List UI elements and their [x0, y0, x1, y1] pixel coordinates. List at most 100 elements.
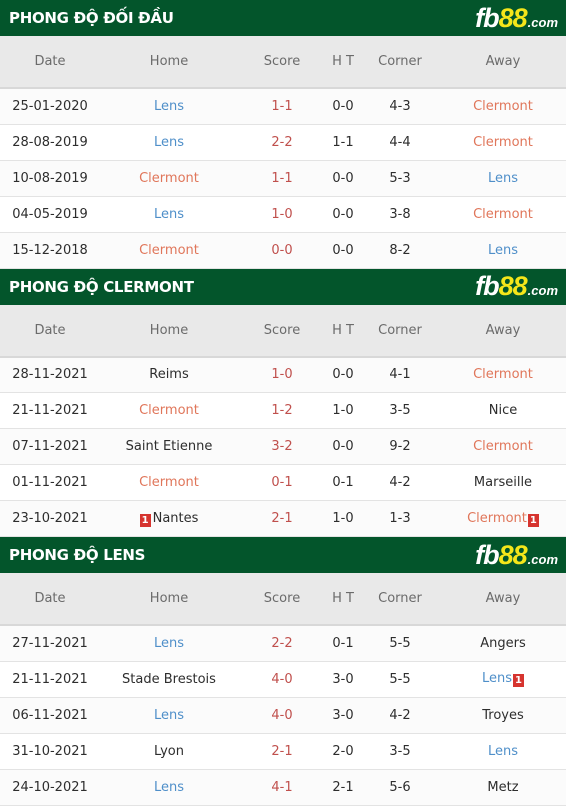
- cell-home[interactable]: Lyon: [100, 733, 238, 769]
- match-row[interactable]: 28-11-2021 Reims 1-0 0-0 4-1 Clermont: [0, 356, 566, 393]
- cell-home[interactable]: 1 Nantes: [100, 501, 238, 537]
- home-team-name[interactable]: Nantes: [153, 511, 199, 526]
- away-team-name[interactable]: Marseille: [474, 475, 532, 490]
- cell-home[interactable]: Lens: [100, 124, 238, 160]
- away-team-name[interactable]: Lens: [488, 243, 518, 258]
- column-header-half-time: H T: [326, 36, 360, 89]
- column-header-away: Away: [440, 304, 566, 358]
- home-team-name[interactable]: Stade Brestois: [122, 672, 216, 687]
- cell-away[interactable]: Troyes: [440, 697, 566, 733]
- away-team-name[interactable]: Clermont: [467, 511, 527, 526]
- cell-home[interactable]: Lens: [100, 196, 238, 232]
- column-header-score: Score: [238, 36, 326, 89]
- match-row[interactable]: 01-11-2021 Clermont 0-1 0-1 4-2 Marseille: [0, 464, 566, 501]
- cell-date: 07-11-2021: [12, 439, 88, 454]
- cell-away[interactable]: Lens: [440, 232, 566, 268]
- cell-score: 1-1: [271, 98, 293, 114]
- away-team-name[interactable]: Lens: [488, 171, 518, 186]
- away-team-name[interactable]: Metz: [487, 780, 518, 795]
- cell-score: 1-1: [271, 170, 293, 186]
- cell-home[interactable]: Clermont: [100, 160, 238, 196]
- cell-corner: 8-2: [389, 242, 411, 258]
- cell-away[interactable]: Clermont: [440, 196, 566, 232]
- away-team-name[interactable]: Nice: [489, 403, 517, 418]
- away-team-name[interactable]: Lens: [482, 671, 512, 686]
- match-row[interactable]: 21-11-2021 Clermont 1-2 1-0 3-5 Nice: [0, 392, 566, 429]
- cell-half-time: 0-0: [332, 170, 354, 186]
- cell-away[interactable]: Clermont: [440, 124, 566, 160]
- cell-away[interactable]: Lens 1: [440, 661, 566, 697]
- home-team-name[interactable]: Lyon: [154, 744, 184, 759]
- match-row[interactable]: 24-10-2021 Lens 4-1 2-1 5-6 Metz: [0, 769, 566, 805]
- cell-half-time: 3-0: [332, 707, 354, 723]
- cell-away[interactable]: Metz: [440, 769, 566, 805]
- cell-home[interactable]: Clermont: [100, 232, 238, 268]
- match-row[interactable]: 25-01-2020 Lens 1-1 0-0 4-3 Clermont: [0, 88, 566, 124]
- away-team-name[interactable]: Troyes: [482, 708, 524, 723]
- cell-home[interactable]: Reims: [100, 357, 238, 393]
- cell-score: 2-1: [271, 743, 293, 759]
- home-team-name[interactable]: Clermont: [139, 403, 199, 418]
- match-row[interactable]: 15-12-2018 Clermont 0-0 0-0 8-2 Lens: [0, 232, 566, 268]
- cell-score: 2-2: [271, 635, 293, 651]
- home-team-name[interactable]: Clermont: [139, 171, 199, 186]
- away-team-name[interactable]: Clermont: [473, 135, 533, 150]
- cell-away[interactable]: Nice: [440, 393, 566, 429]
- fb88-logo[interactable]: fb 88 .com: [475, 4, 558, 32]
- match-row[interactable]: 21-11-2021 Stade Brestois 4-0 3-0 5-5 Lens 1: [0, 661, 566, 697]
- away-team-name[interactable]: Lens: [488, 744, 518, 759]
- match-row[interactable]: 07-11-2021 Saint Etienne 3-2 0-0 9-2 Clermont: [0, 428, 566, 465]
- cell-corner: 3-5: [389, 403, 411, 418]
- fb88-logo[interactable]: fb 88 .com: [475, 273, 558, 300]
- logo-num: 88: [498, 539, 528, 570]
- cell-home[interactable]: Lens: [100, 697, 238, 733]
- cell-corner: 3-5: [389, 743, 411, 759]
- away-team-name[interactable]: Clermont: [473, 207, 533, 222]
- cell-home[interactable]: Lens: [100, 625, 238, 661]
- away-team-name[interactable]: Clermont: [473, 367, 533, 382]
- fb88-logo[interactable]: fb 88 .com: [475, 539, 558, 570]
- cell-away[interactable]: Marseille: [440, 465, 566, 501]
- cell-away[interactable]: Clermont 1: [440, 501, 566, 537]
- home-team-name[interactable]: Lens: [154, 636, 184, 651]
- cell-away[interactable]: Clermont: [440, 88, 566, 124]
- away-team-name[interactable]: Angers: [480, 636, 526, 651]
- logo-fb: fb: [475, 271, 500, 301]
- match-row[interactable]: 10-08-2019 Clermont 1-1 0-0 5-3 Lens: [0, 160, 566, 196]
- match-row[interactable]: 04-05-2019 Lens 1-0 0-0 3-8 Clermont: [0, 196, 566, 232]
- cell-away[interactable]: Clermont: [440, 357, 566, 393]
- cell-away[interactable]: Lens: [440, 160, 566, 196]
- logo-dom: .com: [527, 283, 558, 298]
- away-team-name[interactable]: Clermont: [473, 99, 533, 114]
- form-section-2: PHONG ĐỘ LENS fb 88 .com Date Home Score H T Cor…: [0, 537, 566, 806]
- cell-home[interactable]: Stade Brestois: [100, 661, 238, 697]
- cell-home[interactable]: Saint Etienne: [100, 429, 238, 465]
- cell-date: 25-01-2020: [12, 98, 88, 114]
- match-row[interactable]: 31-10-2021 Lyon 2-1 2-0 3-5 Lens: [0, 733, 566, 769]
- cell-half-time: 0-0: [332, 367, 354, 383]
- cell-away[interactable]: Angers: [440, 625, 566, 661]
- home-team-name[interactable]: Clermont: [139, 475, 199, 490]
- cell-away[interactable]: Clermont: [440, 429, 566, 465]
- cell-home[interactable]: Lens: [100, 88, 238, 124]
- home-team-name[interactable]: Lens: [154, 135, 184, 150]
- home-team-name[interactable]: Lens: [154, 99, 184, 114]
- home-team-name[interactable]: Lens: [154, 708, 184, 723]
- cell-home[interactable]: Clermont: [100, 465, 238, 501]
- cell-home[interactable]: Lens: [100, 769, 238, 805]
- match-row[interactable]: 06-11-2021 Lens 4-0 3-0 4-2 Troyes: [0, 697, 566, 733]
- match-row[interactable]: 28-08-2019 Lens 2-2 1-1 4-4 Clermont: [0, 124, 566, 160]
- home-team-name[interactable]: Lens: [154, 207, 184, 222]
- cell-score: 0-1: [271, 475, 293, 490]
- home-team-name[interactable]: Reims: [149, 367, 189, 382]
- home-team-name[interactable]: Clermont: [139, 243, 199, 258]
- cell-date: 01-11-2021: [12, 475, 88, 490]
- match-row[interactable]: 27-11-2021 Lens 2-2 0-1 5-5 Angers: [0, 625, 566, 661]
- home-team-name[interactable]: Saint Etienne: [126, 439, 213, 454]
- cell-away[interactable]: Lens: [440, 733, 566, 769]
- home-team-name[interactable]: Lens: [154, 780, 184, 795]
- red-card-icon: 1: [527, 513, 539, 527]
- cell-home[interactable]: Clermont: [100, 393, 238, 429]
- match-row[interactable]: 23-10-2021 1 Nantes 2-1 1-0 1-3 Clermont 1: [0, 500, 566, 537]
- away-team-name[interactable]: Clermont: [473, 439, 533, 454]
